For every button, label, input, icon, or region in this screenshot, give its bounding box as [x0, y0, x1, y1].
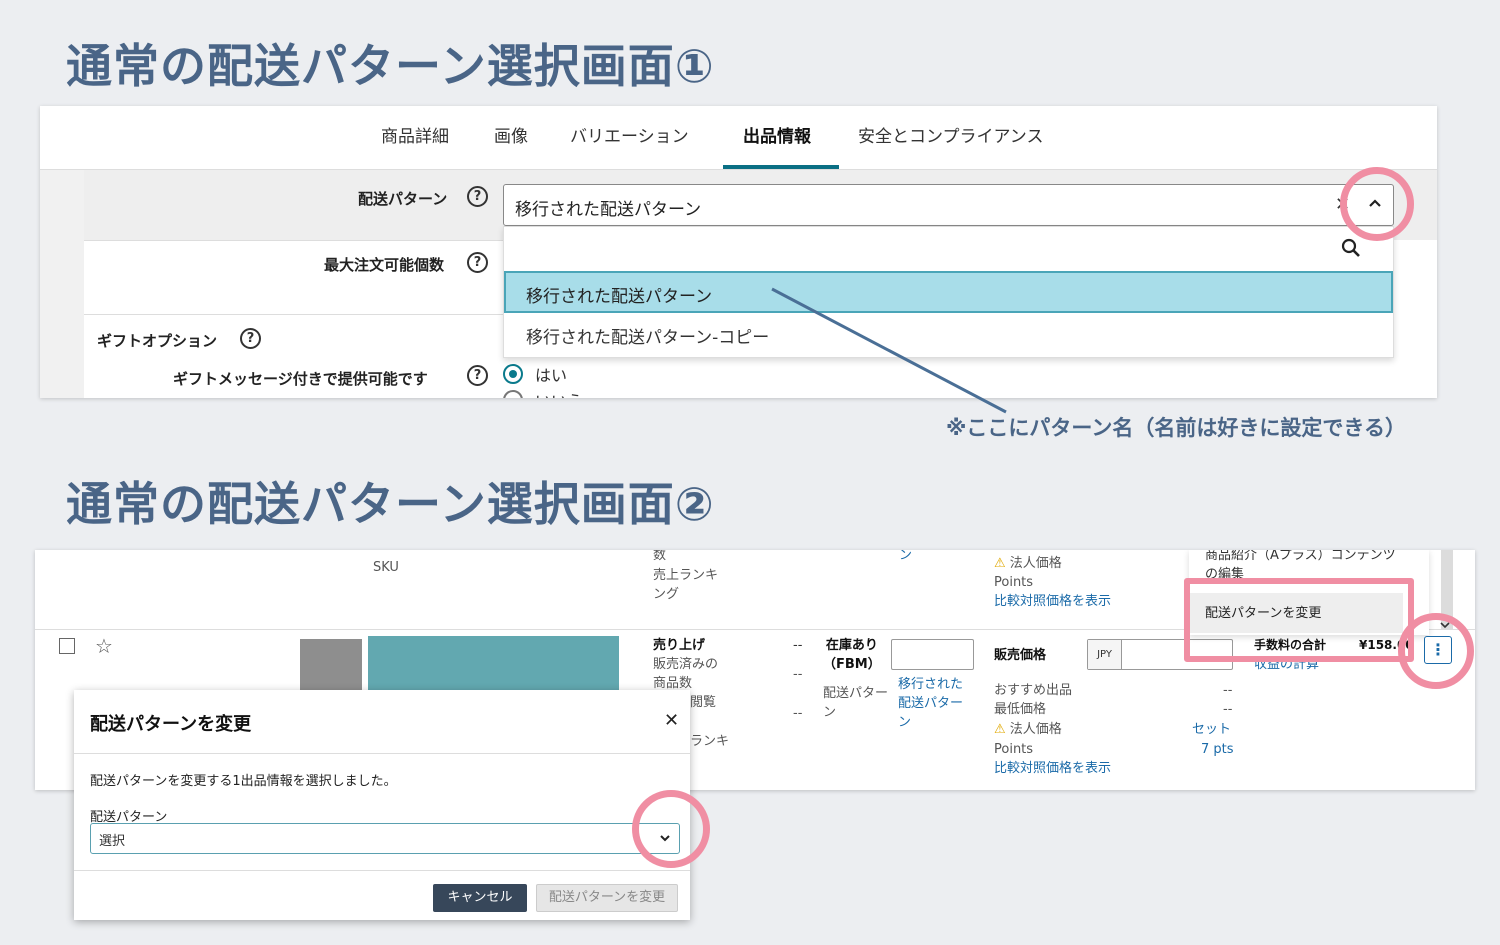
units-sold-label: 販売済みの 商品数: [653, 657, 719, 691]
corporate-price-label: ⚠ 法人価格: [994, 556, 1062, 571]
close-icon[interactable]: ✕: [664, 710, 679, 731]
highlight-ring-chevron: [1340, 167, 1414, 241]
currency-label: JPY: [1088, 640, 1122, 669]
warning-icon: ⚠: [994, 556, 1006, 571]
sales-ranking-label: 売上ランキ ング: [653, 568, 719, 602]
shipping-pattern-link[interactable]: 移行された 配送パター ン: [898, 675, 963, 732]
row-checkbox[interactable]: [59, 638, 75, 654]
sales-label: 売り上げ: [653, 638, 706, 653]
points-label: Points: [994, 575, 1034, 590]
highlight-ring-select: [632, 790, 710, 868]
highlight-rect-change-pattern: [1184, 578, 1414, 662]
dialog-description: 配送パターンを変更する1出品情報を選択しました。: [90, 774, 397, 789]
star-icon[interactable]: ☆: [95, 634, 113, 658]
set-corporate-price-link[interactable]: セット: [1192, 720, 1231, 739]
recommended-price-label: おすすめ出品 最低価格: [994, 683, 1073, 717]
change-pattern-button[interactable]: 配送パターンを変更: [536, 884, 678, 912]
annotation-arrow-line: [771, 287, 1007, 414]
shipping-pattern-column-label: 配送パター ン: [823, 686, 889, 720]
compare-price-link[interactable]: 比較対照価格を表示: [994, 759, 1111, 778]
recommended-price-value: --: [1223, 683, 1233, 698]
sales-value: --: [793, 638, 803, 653]
price-label: 販売価格: [994, 648, 1047, 663]
compare-price-link[interactable]: 比較対照価格を表示: [994, 592, 1111, 611]
page-views-partial: 閲覧: [690, 695, 717, 710]
page-views-value: --: [793, 706, 803, 721]
highlight-ring-kebab: [1398, 613, 1474, 689]
sku-label: SKU: [373, 560, 399, 575]
units-partial: 数: [653, 550, 667, 563]
units-sold-value: --: [793, 667, 803, 682]
dialog-divider: [74, 870, 690, 871]
stock-status-label: 在庫あり （FBM）: [823, 638, 881, 672]
shipping-link-partial[interactable]: ン: [899, 550, 912, 565]
ranking-partial: ランキ: [690, 734, 730, 749]
warning-icon: ⚠: [994, 722, 1006, 737]
annotation-text: ※ここにパターン名（名前は好きに設定できる）: [946, 416, 1406, 440]
corporate-price-label: ⚠ 法人価格: [994, 722, 1062, 737]
shipping-pattern-select[interactable]: 選択: [90, 823, 680, 854]
points-value: 7 pts: [1201, 742, 1234, 757]
quantity-input[interactable]: [891, 639, 974, 670]
lowest-price-value: --: [1223, 702, 1233, 717]
change-shipping-pattern-dialog: 配送パターンを変更 ✕ 配送パターンを変更する1出品情報を選択しました。 配送パ…: [74, 690, 690, 920]
dialog-title: 配送パターンを変更: [90, 714, 252, 735]
dialog-divider: [74, 753, 690, 754]
points-label: Points: [994, 742, 1034, 757]
select-value: 選択: [99, 834, 126, 849]
cancel-button[interactable]: キャンセル: [433, 884, 527, 912]
